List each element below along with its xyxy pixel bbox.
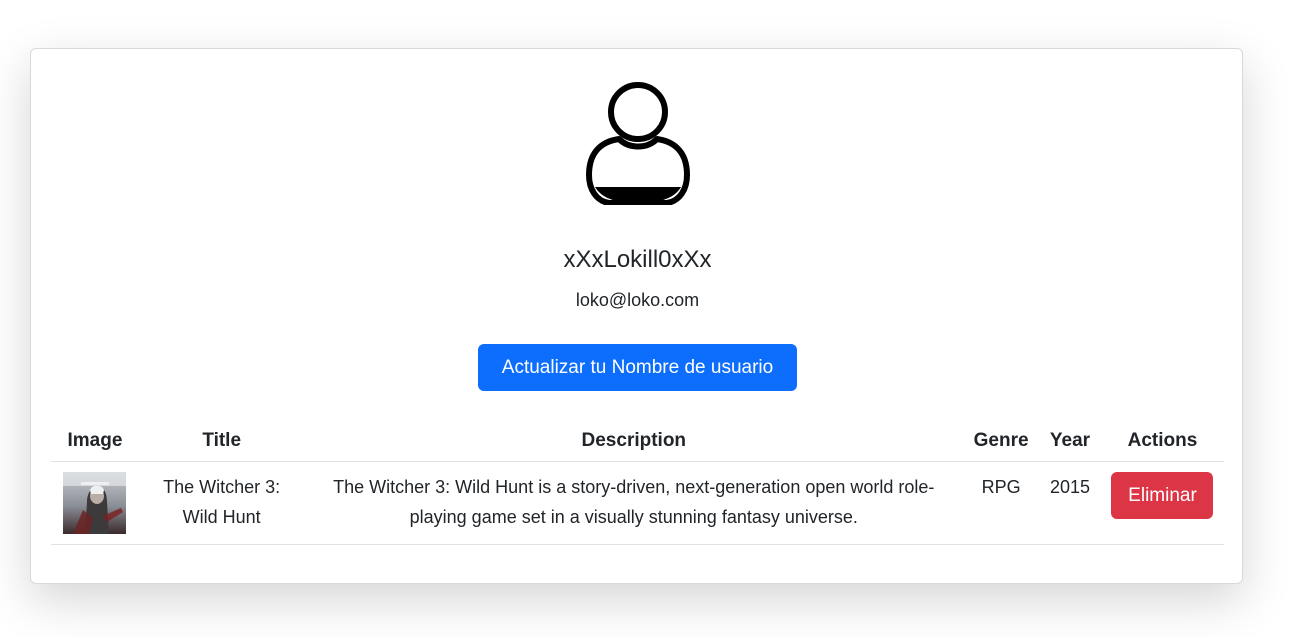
column-header-genre: Genre xyxy=(963,420,1040,462)
column-header-description: Description xyxy=(304,420,964,462)
game-description: The Witcher 3: Wild Hunt is a story-driv… xyxy=(304,461,964,545)
delete-game-button[interactable]: Eliminar xyxy=(1111,472,1214,519)
game-genre: RPG xyxy=(963,461,1040,545)
column-header-actions: Actions xyxy=(1100,420,1224,462)
column-header-year: Year xyxy=(1039,420,1101,462)
column-header-title: Title xyxy=(138,420,305,462)
user-icon xyxy=(586,82,690,205)
game-cover-image xyxy=(63,472,127,534)
game-year: 2015 xyxy=(1039,461,1101,545)
table-header-row: Image Title Description Genre Year Actio… xyxy=(51,420,1224,462)
column-header-image: Image xyxy=(51,420,139,462)
profile-card: xXxLokill0xXx loko@loko.com Actualizar t… xyxy=(30,48,1243,584)
user-email: loko@loko.com xyxy=(575,290,700,310)
table-row: The Witcher 3: Wild Hunt The Witcher 3: … xyxy=(51,461,1224,545)
game-title: The Witcher 3: Wild Hunt xyxy=(138,461,305,545)
update-username-button[interactable]: Actualizar tu Nombre de usuario xyxy=(478,344,797,391)
games-table: Image Title Description Genre Year Actio… xyxy=(51,420,1224,545)
game-image-cell xyxy=(51,461,139,545)
game-actions: Eliminar xyxy=(1100,461,1224,545)
username: xXxLokill0xXx xyxy=(563,246,712,273)
